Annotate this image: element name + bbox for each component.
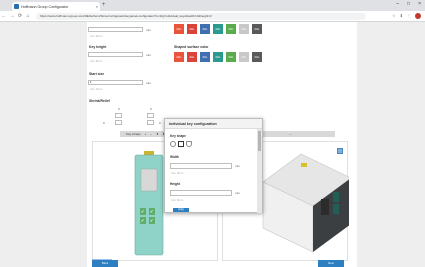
start-size-input[interactable]: 1 — [88, 80, 143, 85]
address-input[interactable]: https://www.hoffmann-group.com/DE/de/hom… — [36, 12, 366, 20]
arrangement-input-3[interactable] — [115, 120, 122, 125]
address-bar-row: ← → ⟳ ⌂ https://www.hoffmann-group.com/D… — [0, 11, 425, 22]
key-width-hint: min. 8mm — [90, 34, 103, 38]
next-button[interactable]: Next — [318, 260, 344, 267]
surface-color-label: Shaped surface color — [174, 45, 209, 49]
start-size-hint: min. 0mm — [90, 87, 103, 91]
surface-color-swatch-5[interactable]: RAL — [226, 52, 236, 62]
tab-close-icon[interactable]: × — [96, 4, 98, 9]
arrangement-input-4[interactable] — [147, 120, 154, 125]
bookmark-star-icon[interactable]: ☆ — [392, 13, 396, 19]
arrangement-value-right: 0 — [159, 121, 161, 125]
apply-button[interactable]: Apply — [173, 208, 189, 212]
modal-title: Individual key configuration — [165, 119, 262, 129]
back-icon[interactable]: ← — [0, 13, 8, 19]
browser-tab[interactable]: Hoffmann Group Configurator × — [12, 2, 100, 11]
surface-color-swatch-2[interactable]: RAL — [187, 52, 197, 62]
tab-title: Hoffmann Group Configurator — [21, 4, 69, 9]
swap-icon[interactable]: ⇔ — [289, 132, 292, 136]
svg-text:✔: ✔ — [141, 209, 144, 214]
key-height-input[interactable] — [88, 52, 143, 57]
surface-color-top-swatch-2[interactable]: RAL — [187, 24, 197, 34]
key-shape-label: Key shape — [170, 134, 186, 138]
modal-width-input[interactable] — [170, 163, 232, 169]
modal-height-label: Height — [170, 182, 180, 186]
move-up-icon[interactable]: ⬆ — [156, 132, 159, 136]
surface-color-swatch-3[interactable]: RAL — [200, 52, 210, 62]
window-controls: – □ × — [396, 1, 421, 7]
shape-rounded-option[interactable] — [186, 141, 192, 147]
arrangement-input-2[interactable] — [147, 113, 154, 118]
home-icon[interactable]: ⌂ — [24, 13, 32, 19]
surface-color-top-swatch-6[interactable]: RAL — [239, 24, 249, 34]
modal-width-hint: min. 8mm — [171, 171, 184, 175]
svg-text:✔: ✔ — [150, 218, 153, 223]
key-width-unit: mm — [146, 28, 151, 32]
start-size-unit: mm — [146, 81, 151, 85]
surface-color-swatch-7[interactable]: RAL — [252, 52, 262, 62]
modal-height-input[interactable] — [170, 190, 232, 196]
extension-icons: ☆ ⬇ ⋮ — [392, 13, 421, 19]
browser-tab-strip: Hoffmann Group Configurator × + – □ × — [0, 0, 425, 11]
add-icon[interactable]: + — [145, 132, 147, 136]
shape-round-option[interactable] — [170, 141, 176, 147]
modal-width-unit: mm — [235, 164, 240, 168]
minimize-button[interactable]: – — [396, 1, 399, 7]
site-favicon-icon — [14, 4, 19, 9]
modal-height-unit: mm — [235, 191, 240, 195]
key-height-unit: mm — [146, 53, 151, 57]
back-button[interactable]: Back — [92, 260, 118, 267]
close-window-button[interactable]: × — [418, 1, 421, 7]
svg-text:✔: ✔ — [141, 218, 144, 223]
profile-avatar[interactable] — [415, 13, 421, 19]
modal-height-hint: min. 8mm — [171, 198, 184, 202]
arrangement-value-top-right: 0 — [150, 107, 152, 111]
surface-color-top-swatch-4[interactable]: RAL — [213, 24, 223, 34]
new-tab-button[interactable]: + — [102, 2, 106, 9]
remove-icon[interactable]: – — [150, 132, 152, 136]
surface-color-top-swatch-5[interactable]: RAL — [226, 24, 236, 34]
toolbar-label: Key Arrays — [126, 132, 141, 136]
reload-icon[interactable]: ⟳ — [16, 13, 24, 19]
maximize-button[interactable]: □ — [407, 1, 410, 7]
arrangement-value-left: 0 — [103, 121, 105, 125]
surface-color-top-swatch-3[interactable]: RAL — [200, 24, 210, 34]
surface-color-swatch-1[interactable]: RAL — [174, 52, 184, 62]
relief-label: Shrink/Relief — [89, 99, 110, 103]
shape-square-option[interactable] — [178, 141, 184, 147]
arrangement-input-1[interactable] — [115, 113, 122, 118]
forward-icon[interactable]: → — [8, 13, 16, 19]
modal-scrollbar[interactable] — [257, 129, 262, 213]
key-height-hint: min. 8mm — [90, 59, 103, 63]
key-width-input[interactable] — [88, 27, 143, 32]
menu-dots-icon[interactable]: ⋮ — [407, 13, 411, 19]
svg-text:✔: ✔ — [150, 209, 153, 214]
key-height-label: Key height — [89, 45, 107, 49]
surface-color-swatch-6[interactable]: RAL — [239, 52, 249, 62]
download-icon[interactable]: ⬇ — [400, 13, 403, 19]
arrangement-value-top-left: 0 — [118, 107, 120, 111]
expand-view-icon[interactable] — [337, 148, 343, 154]
modal-scroll-thumb[interactable] — [258, 131, 261, 151]
surface-color-top-swatch-7[interactable]: RAL — [252, 24, 262, 34]
modal-width-label: Width — [170, 155, 179, 159]
surface-color-top-swatch-1[interactable]: RAL — [174, 24, 184, 34]
individual-key-config-modal: Individual key configuration Key shape W… — [164, 118, 263, 213]
surface-color-swatch-4[interactable]: RAL — [213, 52, 223, 62]
start-size-label: Start size — [89, 72, 105, 76]
